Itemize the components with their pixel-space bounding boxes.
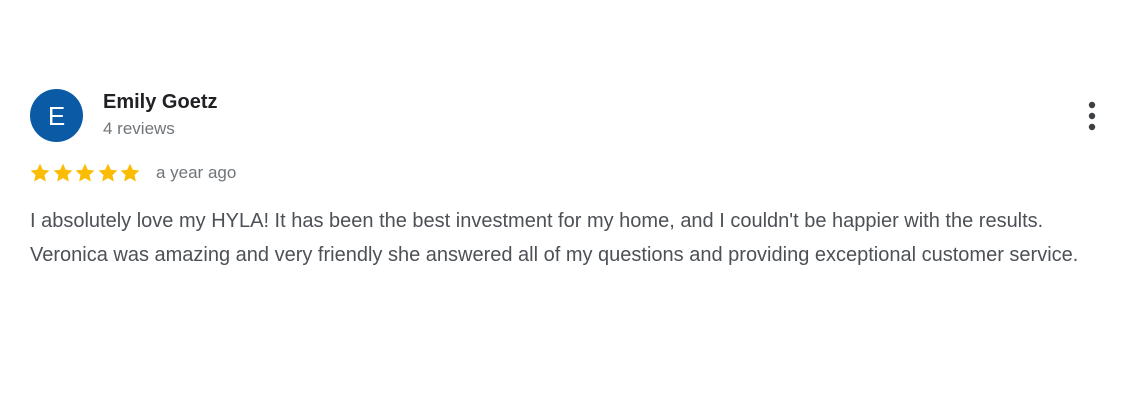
- reviewer-name[interactable]: Emily Goetz: [103, 90, 217, 114]
- star-rating: [29, 162, 142, 184]
- review-timestamp: a year ago: [155, 163, 237, 182]
- star-icon: [75, 163, 95, 182]
- review-text: I absolutely love my HYLA! It has been t…: [30, 210, 1079, 266]
- review-card: E Emily Goetz 4 reviews a year ago I abs…: [0, 0, 1139, 417]
- avatar[interactable]: E: [30, 89, 83, 142]
- review-count: 4 reviews: [103, 119, 175, 138]
- star-icon: [53, 163, 72, 182]
- star-icon: [120, 163, 140, 182]
- more-vert-icon: [1088, 101, 1096, 131]
- star-icon: [30, 163, 50, 182]
- rating-row: a year ago: [29, 161, 236, 185]
- avatar-letter: E: [47, 100, 66, 131]
- more-options-button[interactable]: [1078, 98, 1106, 134]
- star-icon: [98, 163, 118, 182]
